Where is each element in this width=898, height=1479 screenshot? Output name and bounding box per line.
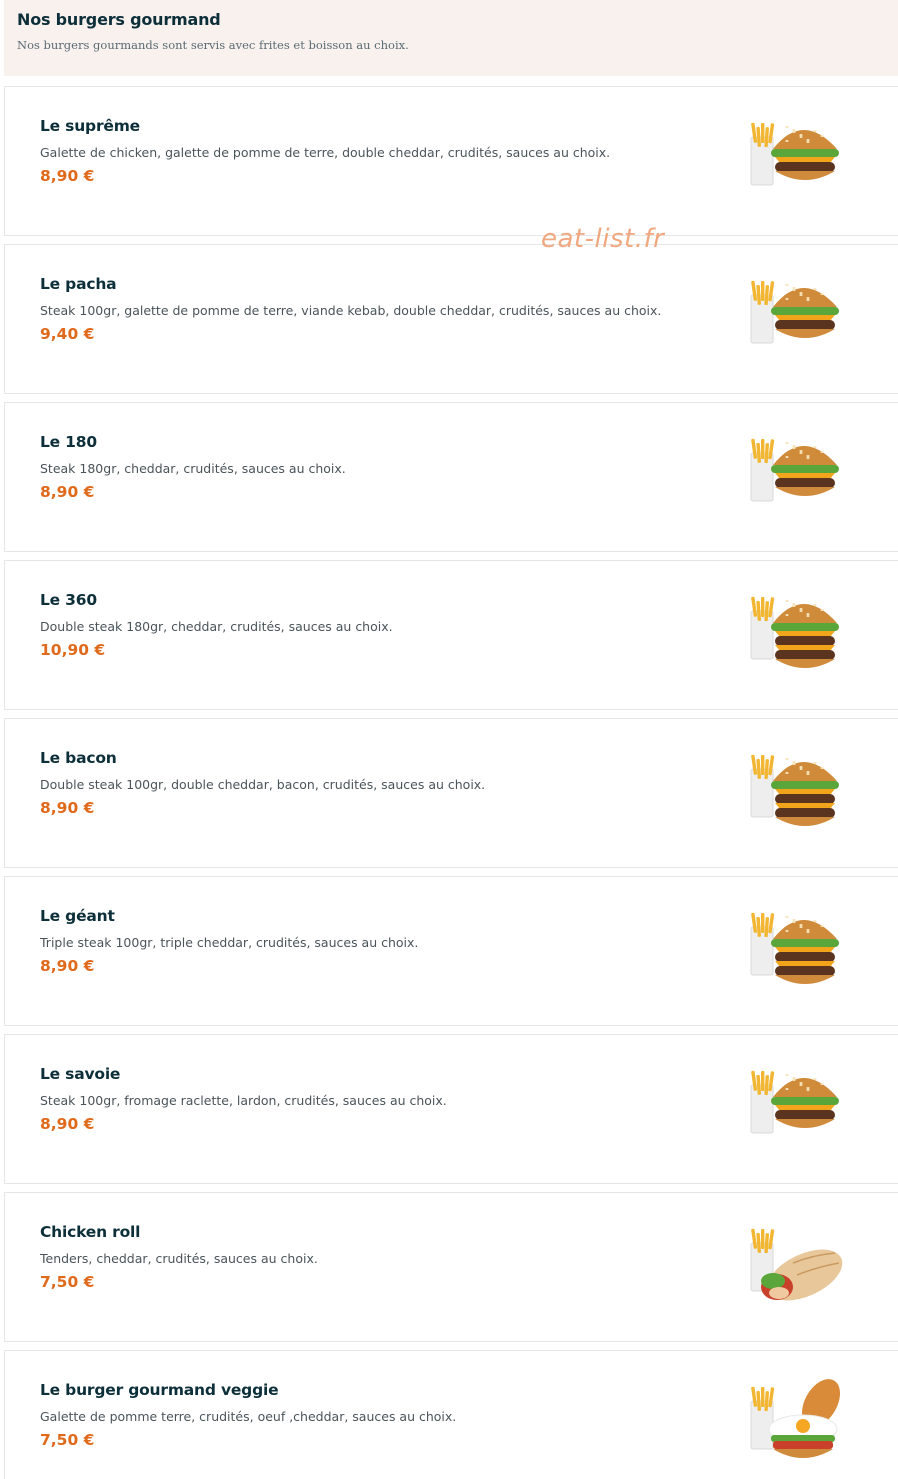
item-price: 8,90 € [40,483,95,501]
item-description: Galette de pomme terre, crudités, oeuf ,… [40,1409,457,1424]
item-description: Double steak 100gr, double cheddar, baco… [40,777,486,792]
item-name: Le 180 [40,433,97,451]
item-description: Galette de chicken, galette de pomme de … [40,145,611,160]
item-name: Le suprême [40,117,140,135]
menu-item-card[interactable]: Le 360 Double steak 180gr, cheddar, crudi… [4,560,898,710]
item-text: Le 180 Steak 180gr, cheddar, crudités, sa… [40,432,665,502]
item-name: Le burger gourmand veggie [40,1381,279,1399]
item-price: 8,90 € [40,1115,95,1133]
veggie-burger-fries-icon[interactable] [743,1371,847,1471]
section-title: Nos burgers gourmand [17,10,221,29]
item-description: Steak 100gr, fromage raclette, lardon, c… [40,1093,447,1108]
section-header: Nos burgers gourmand Nos burgers gourman… [4,0,898,76]
item-text: Chicken roll Tenders, cheddar, crudités, … [40,1222,665,1292]
item-name: Le bacon [40,749,117,767]
item-text: Le pacha Steak 100gr, galette de pomme de… [40,274,665,344]
menu-item-card[interactable]: Le géant Triple steak 100gr, triple chedd… [4,876,898,1026]
item-name: Le savoie [40,1065,121,1083]
item-text: Le 360 Double steak 180gr, cheddar, crudi… [40,590,665,660]
item-text: Le savoie Steak 100gr, fromage raclette, … [40,1064,665,1134]
double-burger-fries-icon[interactable] [743,897,847,997]
menu-item-card[interactable]: Chicken roll Tenders, cheddar, crudités, … [4,1192,898,1342]
item-name: Chicken roll [40,1223,141,1241]
burger-fries-icon[interactable] [743,107,847,207]
burger-fries-icon[interactable] [743,1055,847,1155]
item-description: Steak 100gr, galette de pomme de terre, … [40,303,662,318]
burger-fries-icon[interactable] [743,423,847,523]
item-name: Le géant [40,907,115,925]
item-text: Le suprême Galette de chicken, galette de… [40,116,665,186]
item-price: 8,90 € [40,957,95,975]
item-text: Le bacon Double steak 100gr, double chedd… [40,748,665,818]
item-description: Tenders, cheddar, crudités, sauces au ch… [40,1251,318,1266]
menu-item-card[interactable]: Le pacha Steak 100gr, galette de pomme de… [4,244,898,394]
wrap-fries-icon[interactable] [743,1213,847,1313]
menu-item-card[interactable]: Le savoie Steak 100gr, fromage raclette, … [4,1034,898,1184]
menu-item-card[interactable]: Le suprême Galette de chicken, galette de… [4,86,898,236]
item-text: Le burger gourmand veggie Galette de pomm… [40,1380,665,1450]
item-price: 8,90 € [40,799,95,817]
item-price: 7,50 € [40,1431,95,1449]
item-description: Double steak 180gr, cheddar, crudités, s… [40,619,393,634]
menu-item-card[interactable]: Le burger gourmand veggie Galette de pomm… [4,1350,898,1479]
item-text: Le géant Triple steak 100gr, triple chedd… [40,906,665,976]
double-burger-fries-icon[interactable] [743,581,847,681]
item-price: 8,90 € [40,167,95,185]
double-burger-fries-icon[interactable] [743,739,847,839]
item-price: 10,90 € [40,641,106,659]
section-subtitle: Nos burgers gourmands sont servis avec f… [17,38,409,52]
item-price: 7,50 € [40,1273,95,1291]
menu-item-card[interactable]: Le 180 Steak 180gr, cheddar, crudités, sa… [4,402,898,552]
item-name: Le pacha [40,275,117,293]
watermark: eat-list.fr [541,224,665,254]
menu-item-card[interactable]: Le bacon Double steak 100gr, double chedd… [4,718,898,868]
item-description: Steak 180gr, cheddar, crudités, sauces a… [40,461,346,476]
item-description: Triple steak 100gr, triple cheddar, crud… [40,935,419,950]
item-name: Le 360 [40,591,97,609]
menu-item-list: Le suprême Galette de chicken, galette de… [4,86,898,1479]
burger-fries-icon[interactable] [743,265,847,365]
menu-page: Nos burgers gourmand Nos burgers gourman… [0,0,898,1479]
item-price: 9,40 € [40,325,95,343]
